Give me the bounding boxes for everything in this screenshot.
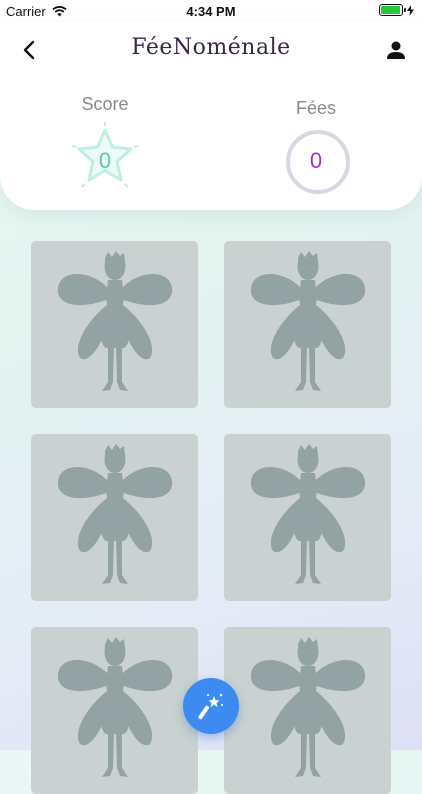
fairy-silhouette-icon — [250, 636, 365, 777]
fairy-silhouette-icon — [57, 636, 172, 777]
score-value: 0 — [98, 148, 112, 173]
fairy-card[interactable] — [224, 627, 391, 794]
magic-wand-button[interactable] — [183, 678, 239, 734]
fairy-card[interactable] — [31, 434, 198, 601]
fees-label: Fées — [295, 98, 337, 118]
fairy-card[interactable] — [31, 627, 198, 794]
app-logo: FéeNoménale — [131, 35, 291, 60]
fairy-silhouette-icon — [250, 250, 365, 391]
fairy-card[interactable] — [31, 241, 198, 408]
user-icon[interactable] — [384, 38, 408, 62]
magic-wand-icon — [198, 693, 223, 720]
charging-icon — [407, 4, 414, 16]
status-right — [379, 4, 414, 16]
fairy-silhouette-icon — [57, 443, 172, 584]
score-label: Score — [81, 94, 129, 114]
fairy-silhouette-icon — [250, 443, 365, 584]
fairy-card[interactable] — [224, 434, 391, 601]
fees-value: 0 — [309, 148, 323, 173]
fairy-card[interactable] — [224, 241, 391, 408]
battery-icon — [379, 4, 406, 16]
status-bar: Carrier 4:34 PM — [0, 0, 422, 22]
status-time: 4:34 PM — [186, 4, 236, 19]
fairy-silhouette-icon — [57, 250, 172, 391]
score-header-card: FéeNoménale Score 0 Fées 0 — [0, 22, 422, 210]
